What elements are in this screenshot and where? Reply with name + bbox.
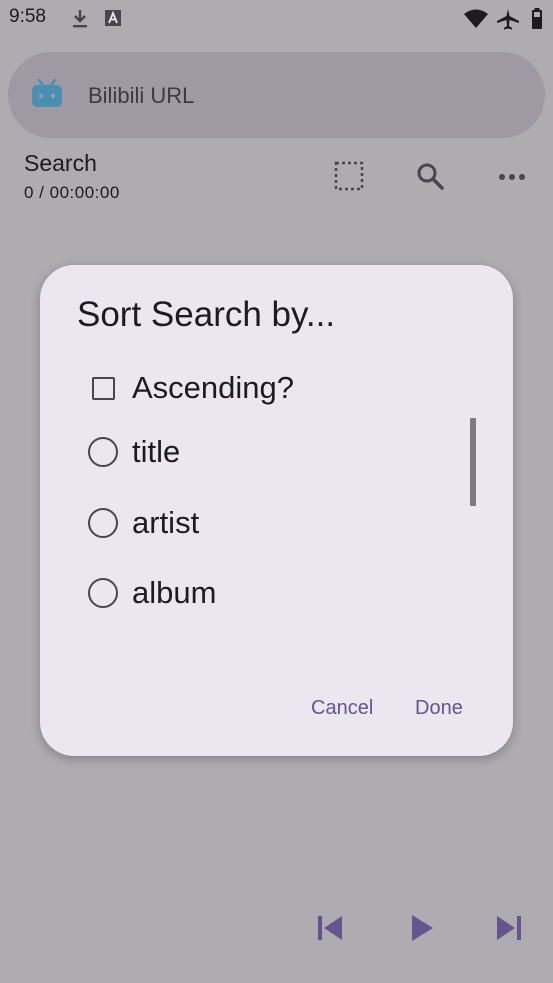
- radio-button[interactable]: [88, 508, 118, 538]
- download-icon: [70, 8, 90, 35]
- play-icon[interactable]: [408, 908, 436, 953]
- cancel-button[interactable]: Cancel: [311, 697, 373, 720]
- status-bar: 9:58: [0, 0, 553, 38]
- select-button[interactable]: [329, 158, 369, 198]
- more-button[interactable]: [492, 158, 532, 198]
- search-icon: [415, 161, 445, 196]
- wifi-icon: [463, 8, 489, 35]
- ascending-checkbox[interactable]: [92, 376, 115, 400]
- font-app-icon: [104, 8, 122, 33]
- dialog-scrollbar[interactable]: [470, 418, 476, 506]
- dialog-title: Sort Search by...: [77, 295, 336, 334]
- skip-previous-icon[interactable]: [316, 908, 344, 953]
- select-icon: [334, 161, 364, 196]
- sort-option-artist[interactable]: artist: [88, 498, 199, 548]
- search-bar[interactable]: Bilibili URL: [8, 52, 545, 138]
- skip-next-icon[interactable]: [495, 908, 523, 953]
- search-input[interactable]: Bilibili URL: [88, 83, 194, 109]
- sort-option-album[interactable]: album: [88, 568, 216, 618]
- sort-option-title[interactable]: title: [88, 427, 180, 477]
- sort-option-label: album: [132, 575, 217, 610]
- done-button[interactable]: Done: [415, 697, 463, 720]
- radio-button[interactable]: [88, 578, 118, 608]
- radio-button[interactable]: [88, 437, 118, 467]
- search-button[interactable]: [410, 158, 450, 198]
- sort-option-label: artist: [132, 505, 200, 540]
- sort-dialog: Sort Search by... Ascending? title artis…: [40, 265, 513, 756]
- ascending-label: Ascending?: [132, 370, 295, 405]
- tv-icon: [30, 78, 64, 115]
- airplane-mode-icon: [496, 8, 520, 35]
- page-title: Search: [24, 150, 97, 176]
- page-subtitle: 0 / 00:00:00: [24, 183, 120, 202]
- sort-option-label: title: [132, 434, 181, 469]
- battery-icon: [531, 8, 543, 35]
- ascending-checkbox-row[interactable]: Ascending?: [88, 363, 294, 413]
- status-time: 9:58: [9, 6, 46, 27]
- more-icon: [498, 169, 526, 187]
